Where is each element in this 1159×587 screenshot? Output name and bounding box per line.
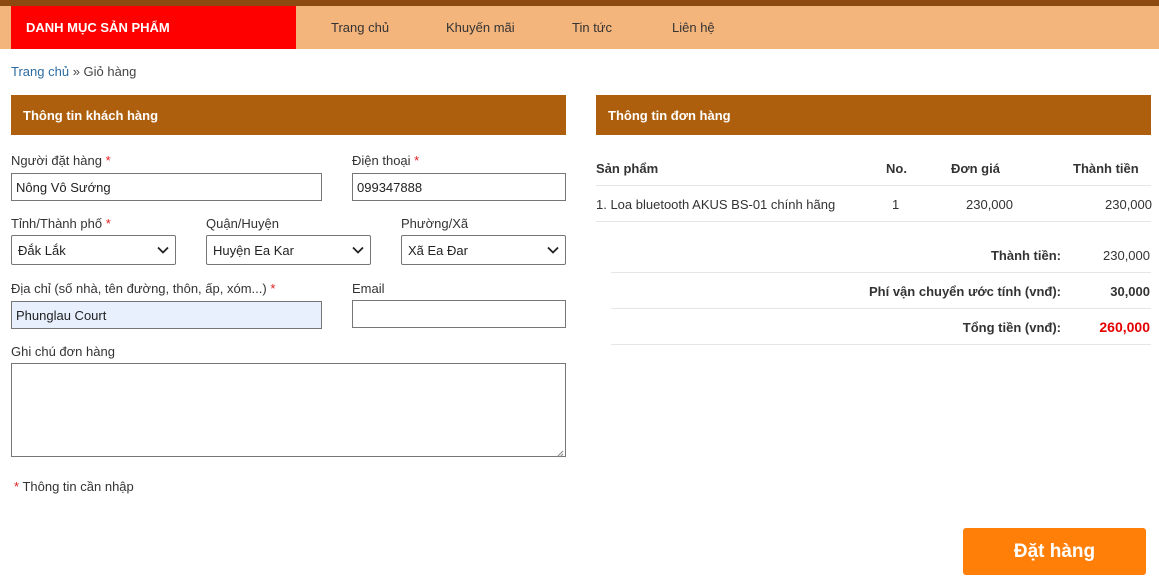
chevron-down-icon bbox=[547, 244, 559, 256]
summary-divider bbox=[611, 308, 1151, 309]
customer-info-header: Thông tin khách hàng bbox=[11, 95, 566, 135]
summary-divider bbox=[611, 272, 1151, 273]
name-field[interactable]: Nông Vô Sướng bbox=[11, 173, 322, 201]
breadcrumb-home-link[interactable]: Trang chủ bbox=[11, 64, 69, 79]
nav-link-news[interactable]: Tin tức bbox=[572, 6, 612, 49]
nav-link-promotions[interactable]: Khuyến mãi bbox=[446, 6, 515, 49]
order-note-textarea[interactable] bbox=[11, 363, 566, 458]
note-label-text: Ghi chú đơn hàng bbox=[11, 344, 115, 359]
province-select-value: Đắk Lắk bbox=[18, 242, 66, 258]
summary-total-value: 260,000 bbox=[1099, 319, 1150, 335]
email-label-text: Email bbox=[352, 281, 385, 296]
phone-label-text: Điện thoại bbox=[352, 153, 411, 168]
required-marker: * bbox=[14, 479, 20, 494]
email-field[interactable] bbox=[352, 300, 566, 328]
item-subtotal: 230,000 bbox=[1105, 197, 1152, 212]
summary-subtotal-label: Thành tiền: bbox=[990, 248, 1061, 263]
province-label-text: Tỉnh/Thành phố bbox=[11, 216, 103, 231]
required-note: * Thông tin cần nhập bbox=[14, 479, 134, 494]
note-label: Ghi chú đơn hàng bbox=[11, 344, 115, 359]
required-marker: * bbox=[270, 281, 276, 296]
item-unit-price: 230,000 bbox=[966, 197, 1013, 212]
email-label: Email bbox=[352, 281, 385, 296]
chevron-down-icon bbox=[352, 244, 364, 256]
nav-link-home[interactable]: Trang chủ bbox=[331, 6, 389, 49]
district-label-text: Quận/Huyện bbox=[206, 216, 279, 231]
chevron-down-icon bbox=[157, 244, 169, 256]
summary-shipping-value: 30,000 bbox=[1110, 284, 1150, 299]
summary-divider bbox=[611, 344, 1151, 345]
required-marker: * bbox=[105, 216, 111, 231]
breadcrumb: Trang chủ » Giỏ hàng bbox=[11, 64, 136, 79]
breadcrumb-separator: » bbox=[72, 64, 80, 79]
item-quantity: 1 bbox=[892, 197, 900, 212]
summary-total-label: Tổng tiền (vnđ): bbox=[962, 320, 1061, 335]
address-field[interactable]: Phunglau Court bbox=[11, 301, 322, 329]
required-marker: * bbox=[105, 153, 111, 168]
table-divider bbox=[596, 185, 1151, 186]
phone-label: Điện thoại * bbox=[352, 153, 419, 168]
item-product-name: 1. Loa bluetooth AKUS BS-01 chính hãng bbox=[596, 197, 836, 212]
ward-select-value: Xã Ea Đar bbox=[408, 242, 468, 258]
required-marker: * bbox=[414, 153, 420, 168]
col-header-product: Sản phẩm bbox=[596, 161, 659, 176]
col-header-unit-price: Đơn giá bbox=[951, 161, 1000, 176]
district-label: Quận/Huyện bbox=[206, 216, 279, 231]
summary-subtotal-value: 230,000 bbox=[1103, 248, 1150, 263]
address-label: Địa chỉ (số nhà, tên đường, thôn, ấp, xó… bbox=[11, 281, 275, 296]
district-select[interactable]: Huyện Ea Kar bbox=[206, 235, 371, 265]
district-select-value: Huyện Ea Kar bbox=[213, 242, 294, 258]
ward-label: Phường/Xã bbox=[401, 216, 468, 231]
summary-shipping-label: Phí vận chuyển ước tính (vnđ): bbox=[868, 284, 1061, 299]
nav-link-contact[interactable]: Liên hệ bbox=[672, 6, 715, 49]
name-label-text: Người đặt hàng bbox=[11, 153, 102, 168]
customer-info-title: Thông tin khách hàng bbox=[23, 107, 159, 123]
breadcrumb-current: Giỏ hàng bbox=[83, 64, 137, 79]
province-label: Tỉnh/Thành phố * bbox=[11, 216, 111, 231]
resize-grip-icon[interactable] bbox=[555, 446, 564, 458]
place-order-button[interactable]: Đặt hàng bbox=[963, 528, 1146, 575]
province-select[interactable]: Đắk Lắk bbox=[11, 235, 176, 265]
required-note-text: Thông tin cần nhập bbox=[22, 479, 134, 494]
phone-field[interactable]: 099347888 bbox=[352, 173, 566, 201]
col-header-qty: No. bbox=[886, 161, 907, 176]
col-header-subtotal: Thành tiền bbox=[1073, 161, 1139, 176]
main-navbar: DANH MỤC SẢN PHẨM Trang chủ Khuyến mãi T… bbox=[0, 6, 1159, 49]
address-label-text: Địa chỉ (số nhà, tên đường, thôn, ấp, xó… bbox=[11, 281, 267, 296]
name-label: Người đặt hàng * bbox=[11, 153, 111, 168]
table-divider bbox=[596, 221, 1151, 222]
order-info-title: Thông tin đơn hàng bbox=[608, 107, 731, 123]
category-menu-button[interactable]: DANH MỤC SẢN PHẨM bbox=[11, 6, 296, 49]
ward-label-text: Phường/Xã bbox=[401, 216, 469, 231]
ward-select[interactable]: Xã Ea Đar bbox=[401, 235, 566, 265]
order-info-header: Thông tin đơn hàng bbox=[596, 95, 1151, 135]
